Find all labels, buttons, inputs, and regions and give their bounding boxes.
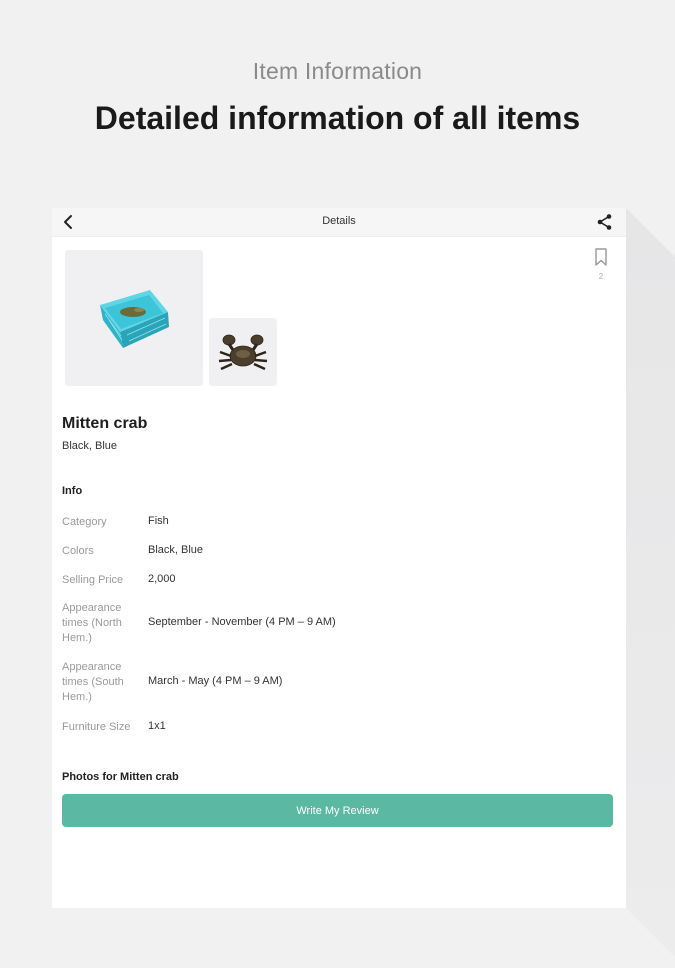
info-label: Category: [62, 516, 107, 528]
fish-tank-image: [100, 290, 169, 348]
info-value: September - November (4 PM – 9 AM): [148, 616, 336, 628]
bookmark-button[interactable]: 2: [594, 248, 608, 281]
background-shadow: [626, 208, 675, 968]
promo-title: Detailed information of all items: [94, 100, 581, 136]
item-colors: Black, Blue: [62, 440, 118, 452]
bookmark-count: 2: [598, 272, 604, 281]
crab-image: [218, 334, 268, 371]
promo-subtitle: Item Information: [252, 58, 423, 84]
item-thumbnail[interactable]: [209, 318, 277, 386]
item-main-image[interactable]: [65, 250, 203, 386]
photos-heading: Photos for Mitten crab: [62, 771, 179, 783]
item-name: Mitten crab: [62, 415, 148, 432]
share-icon[interactable]: [596, 213, 614, 231]
info-label: Furniture Size: [62, 721, 131, 733]
app-screen: Details 2 Mitten crab Black, Blue Info C…: [52, 208, 626, 908]
write-review-label: Write My Review: [296, 804, 379, 817]
info-value: Black, Blue: [148, 544, 204, 556]
info-value: 1x1: [148, 720, 166, 732]
write-review-button[interactable]: Write My Review: [62, 794, 613, 827]
info-value: 2,000: [148, 573, 176, 585]
info-label: Selling Price: [62, 574, 124, 586]
app-bar: Details: [52, 208, 626, 237]
info-label: Appearance times (North Hem.): [62, 602, 122, 644]
bookmark-icon: [595, 248, 607, 266]
page-title: Details: [322, 215, 356, 227]
info-heading: Info: [62, 485, 83, 497]
info-value: Fish: [148, 515, 169, 527]
info-label: Appearance times (South Hem.): [62, 661, 124, 703]
info-value: March - May (4 PM – 9 AM): [148, 675, 283, 687]
info-label: Colors: [62, 545, 94, 557]
